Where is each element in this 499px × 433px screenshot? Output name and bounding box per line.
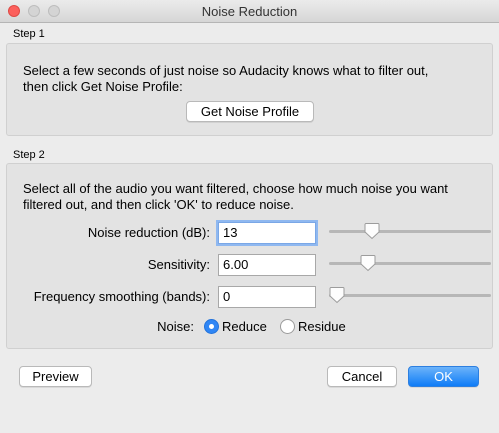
step2-group: Select all of the audio you want filtere… bbox=[6, 163, 493, 349]
step1-label: Step 1 bbox=[13, 28, 45, 40]
sensitivity-label: Sensitivity: bbox=[147, 257, 210, 272]
step1-group: Select a few seconds of just noise so Au… bbox=[6, 43, 493, 136]
preview-button[interactable]: Preview bbox=[19, 366, 92, 387]
frequency-smoothing-input[interactable]: 0 bbox=[218, 286, 316, 308]
noise-reduction-label: Noise reduction (dB): bbox=[87, 225, 210, 240]
get-noise-profile-button[interactable]: Get Noise Profile bbox=[186, 101, 314, 122]
step2-instructions-line2: filtered out, and then click 'OK' to red… bbox=[23, 197, 294, 212]
step1-instructions-line2: then click Get Noise Profile: bbox=[23, 79, 183, 94]
noise-reduction-slider-thumb[interactable] bbox=[364, 222, 380, 240]
sensitivity-input[interactable]: 6.00 bbox=[218, 254, 316, 276]
step1-instructions-line1: Select a few seconds of just noise so Au… bbox=[23, 63, 429, 78]
noise-reduction-slider-track[interactable] bbox=[329, 230, 491, 233]
noise-mode-label: Noise: bbox=[157, 319, 194, 334]
window-title: Noise Reduction bbox=[201, 4, 298, 19]
residue-radio-label[interactable]: Residue bbox=[298, 318, 346, 335]
title-bar: Noise Reduction bbox=[0, 0, 499, 23]
sensitivity-slider-thumb[interactable] bbox=[360, 254, 376, 272]
sensitivity-slider-track[interactable] bbox=[329, 262, 491, 265]
frequency-smoothing-slider-track[interactable] bbox=[329, 294, 491, 297]
residue-radio[interactable] bbox=[280, 319, 295, 334]
step2-instructions-line1: Select all of the audio you want filtere… bbox=[23, 181, 448, 196]
step2-label: Step 2 bbox=[13, 149, 45, 161]
ok-button[interactable]: OK bbox=[408, 366, 479, 387]
frequency-smoothing-label: Frequency smoothing (bands): bbox=[33, 289, 210, 304]
reduce-radio[interactable] bbox=[204, 319, 219, 334]
frequency-smoothing-slider-thumb[interactable] bbox=[329, 286, 345, 304]
cancel-button[interactable]: Cancel bbox=[327, 366, 397, 387]
reduce-radio-label[interactable]: Reduce bbox=[222, 318, 267, 335]
noise-reduction-input[interactable]: 13 bbox=[218, 222, 316, 244]
